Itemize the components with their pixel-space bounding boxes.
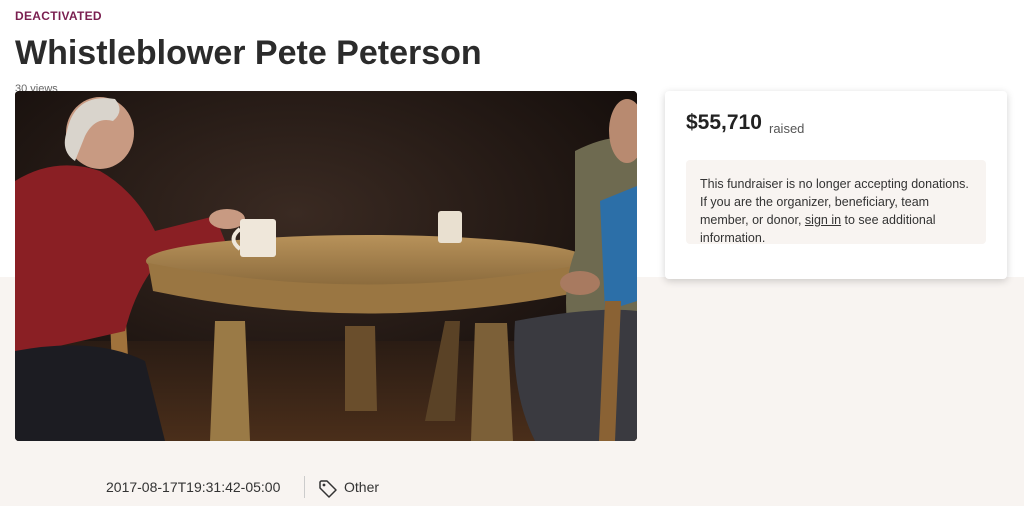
video-frame-image bbox=[15, 91, 637, 441]
campaign-video[interactable] bbox=[15, 91, 637, 441]
tag-icon bbox=[319, 480, 337, 498]
sign-in-link[interactable]: sign in bbox=[805, 213, 841, 227]
status-label: DEACTIVATED bbox=[15, 9, 102, 23]
views-count: 30 views bbox=[15, 83, 58, 91]
meta-divider bbox=[304, 476, 305, 498]
category-link[interactable]: Other bbox=[344, 479, 379, 495]
amount-raised-label: raised bbox=[769, 121, 805, 136]
created-date: 2017-08-17T19:31:42-05:00 bbox=[106, 479, 281, 495]
deactivated-notice: This fundraiser is no longer accepting d… bbox=[686, 160, 986, 245]
donation-card: $55,710 raised This fundraiser is no lon… bbox=[665, 91, 1007, 279]
page-title: Whistleblower Pete Peterson bbox=[15, 34, 482, 72]
amount-raised: $55,710 bbox=[686, 111, 762, 134]
